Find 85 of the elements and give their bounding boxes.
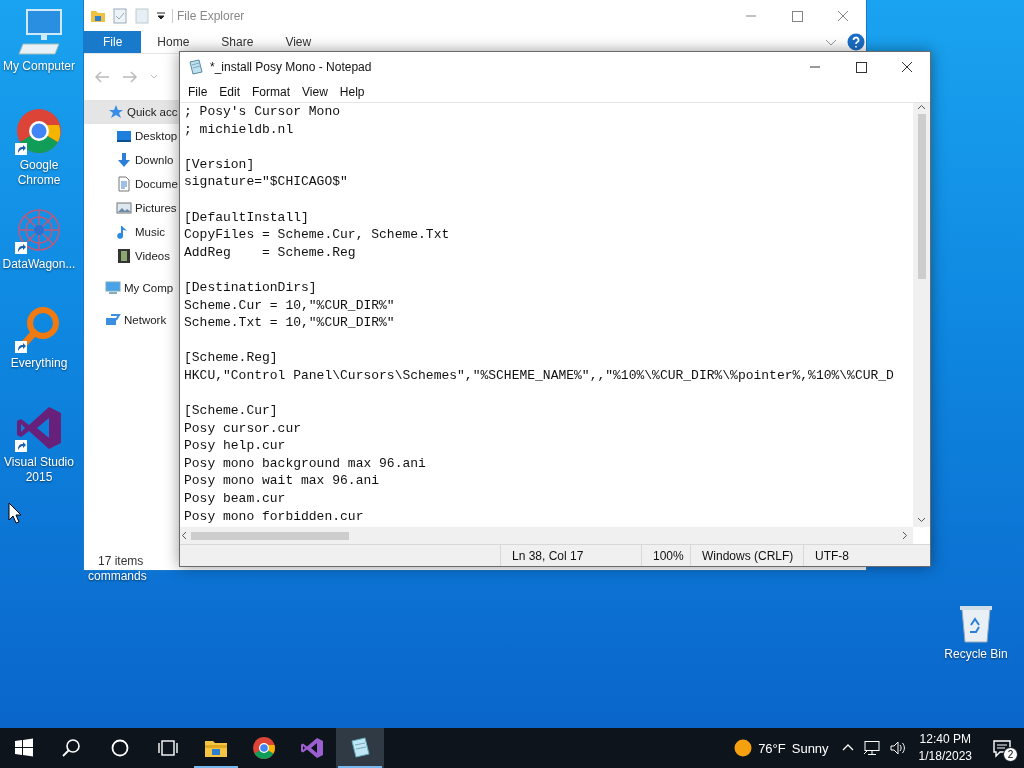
text-line: Posy cursor.cur	[184, 419, 303, 438]
scroll-left-icon[interactable]	[180, 531, 189, 540]
desktop-icon-label[interactable]: Visual Studio 2015	[0, 455, 78, 485]
sidebar-item[interactable]: Downlo	[135, 154, 174, 166]
desktop-icon-label: commands	[88, 569, 147, 583]
notepad-icon	[348, 736, 372, 760]
text-line: ; Posy's Cursor Mono	[184, 103, 342, 121]
sidebar-item[interactable]: Pictures	[135, 202, 177, 214]
notification-count-badge: 2	[1003, 747, 1018, 762]
sun-icon	[734, 739, 753, 757]
text-line: Scheme.Cur = 10,"%CUR_DIR%"	[184, 296, 396, 315]
status-text: Ln 38, Col 17	[500, 545, 641, 566]
text-line: Posy mono background max 96.ani	[184, 454, 427, 473]
text-line: Posy help.cur	[184, 437, 287, 455]
text-line: [Scheme.Reg]	[184, 349, 279, 367]
recycle-bin-icon	[958, 603, 994, 643]
window-title: *_install Posy Mono - Notepad	[210, 60, 373, 74]
clock-time[interactable]: 12:40 PM	[919, 731, 971, 748]
text-line: AddReg = Scheme.Reg	[184, 243, 357, 262]
sidebar-item[interactable]: Videos	[135, 250, 170, 262]
ribbon-tab[interactable]: View	[269, 31, 328, 53]
notification-icon[interactable]	[992, 738, 1012, 758]
chrome-icon	[15, 107, 63, 155]
computer-icon	[15, 8, 63, 56]
sidebar-item[interactable]: Network	[124, 314, 167, 326]
video-icon	[116, 248, 132, 264]
help-icon[interactable]	[847, 33, 865, 51]
menu-item[interactable]: Help	[333, 85, 371, 99]
weather-temperature[interactable]: 76°F	[758, 740, 786, 756]
ribbon-tab[interactable]: File	[84, 31, 142, 53]
visual-studio-icon	[300, 736, 324, 760]
star-icon	[108, 104, 124, 120]
text-line: signature="$CHICAGO$"	[184, 173, 349, 191]
download-icon	[116, 152, 132, 168]
text-line: [DefaultInstall]	[184, 208, 310, 227]
scroll-thumb[interactable]	[917, 114, 926, 279]
weather-condition[interactable]: Sunny	[791, 740, 829, 756]
status-text: Windows (CRLF)	[690, 545, 803, 566]
text-line: Posy mono forbidden.cur	[184, 507, 365, 526]
sidebar-item[interactable]: My Comp	[124, 282, 174, 294]
text-line: CopyFiles = Scheme.Cur, Scheme.Txt	[184, 226, 451, 244]
picture-icon	[116, 200, 132, 216]
horizontal-scrollbar[interactable]	[180, 527, 913, 544]
desktop-icon-label[interactable]: Everything	[0, 356, 78, 371]
vertical-scrollbar[interactable]	[913, 103, 930, 527]
datawagon-icon	[15, 206, 63, 254]
ribbon-tab[interactable]: Share	[205, 31, 270, 53]
menu-item[interactable]: Edit	[213, 85, 247, 99]
text-line: HKCU,"Control Panel\Cursors\Schemes","%SCHEME_NAME%",,"%10%\%CUR_DIR%\%pointer%,%10%\%CUR_D	[184, 366, 895, 385]
scroll-thumb[interactable]	[191, 531, 349, 540]
sidebar-item[interactable]: Desktop	[135, 130, 178, 142]
text-line: [Scheme.Cur]	[184, 402, 279, 420]
scroll-right-icon[interactable]	[900, 531, 909, 540]
notepad-icon	[188, 59, 204, 75]
network-icon	[105, 312, 121, 328]
taskbar-app-button[interactable]	[336, 728, 384, 768]
text-line: Posy beam.cur	[184, 490, 287, 508]
text-line: ; michieldb.nl	[184, 120, 295, 139]
desktop-icon-label[interactable]: Recycle Bin	[944, 647, 1008, 661]
desktop-icon	[116, 128, 132, 144]
menu-item[interactable]: View	[296, 85, 334, 99]
ribbon-tab[interactable]: Home	[141, 31, 206, 53]
status-text: UTF-8	[803, 545, 930, 566]
window-title: File Explorer	[172, 8, 722, 23]
text-line: [DestinationDirs]	[184, 278, 318, 297]
sidebar-item[interactable]: Docume	[135, 178, 178, 190]
scroll-down-icon[interactable]	[917, 515, 926, 524]
status-text: 100%	[641, 545, 690, 566]
scroll-up-icon[interactable]	[917, 103, 926, 112]
chrome-icon	[252, 736, 276, 760]
volume-icon[interactable]	[888, 740, 907, 756]
desktop-icon-label[interactable]: DataWagon...	[0, 257, 78, 272]
text-line: [Version]	[184, 155, 256, 174]
menu-item[interactable]: File	[182, 85, 214, 99]
network-icon[interactable]	[862, 740, 881, 756]
computer-icon	[105, 280, 121, 296]
text-line: Scheme.Txt = 10,"%CUR_DIR%"	[184, 314, 396, 332]
sidebar-item[interactable]: Music	[135, 226, 166, 238]
clock-date[interactable]: 1/18/2023	[918, 748, 972, 765]
vs-icon	[15, 404, 63, 452]
document-icon	[116, 176, 132, 192]
status-text: 17 items	[98, 554, 144, 568]
mouse-cursor-icon	[8, 502, 22, 524]
menu-item[interactable]: Format	[246, 85, 297, 99]
text-line: Posy mono wait max 96.ani	[184, 472, 381, 491]
